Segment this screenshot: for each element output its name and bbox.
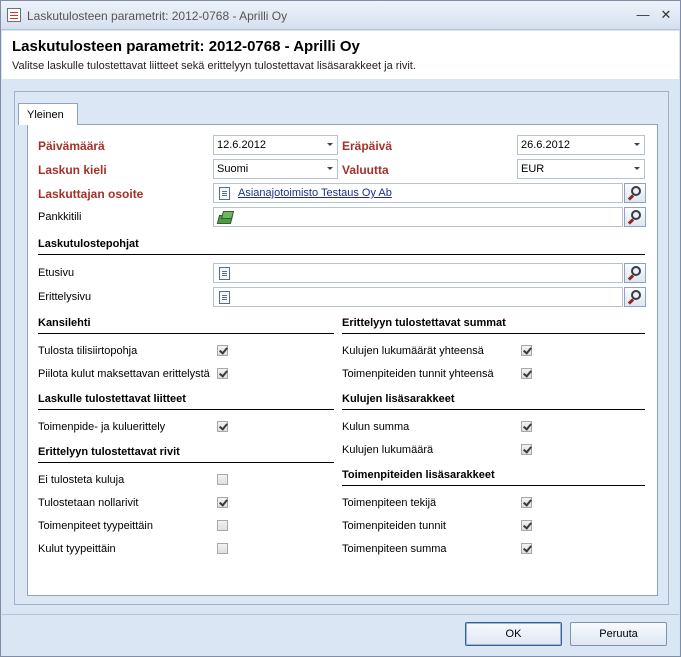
app-icon	[7, 8, 21, 22]
kulun-summa-label: Kulun summa	[342, 421, 410, 433]
erittelysivu-search-button[interactable]	[624, 287, 646, 307]
erapaiva-label: Eräpäivä	[342, 139, 393, 153]
dialog-window: Laskutulosteen parametrit: 2012-0768 - A…	[0, 0, 681, 657]
section-kulujen-lisasarakkeet: Kulujen lisäsarakkeet	[342, 393, 645, 410]
pankkitili-field[interactable]	[213, 207, 623, 227]
laskun-kieli-value: Suomi	[217, 163, 249, 175]
laskuttajan-osoite-field[interactable]: Asianajotoimisto Testaus Oy Ab	[213, 183, 623, 203]
document-icon	[219, 187, 230, 200]
search-icon-handle	[627, 298, 635, 305]
section-rivit: Erittelyyn tulostettavat rivit	[38, 446, 334, 463]
header-title: Laskutulosteen parametrit: 2012-0768 - A…	[12, 38, 360, 55]
toimenpiteen-tekija-label: Toimenpiteen tekijä	[342, 497, 437, 509]
toimenpide-ja-kulueritely-label: Toimenpide- ja kuluerittely	[38, 421, 166, 433]
toimenpiteet-tyypeittain-checkbox[interactable]	[217, 520, 228, 531]
title-bar[interactable]: Laskutulosteen parametrit: 2012-0768 - A…	[1, 1, 680, 30]
piilota-kulut-checkbox[interactable]	[217, 368, 228, 379]
document-icon	[219, 267, 230, 280]
erapaiva-value: 26.6.2012	[521, 139, 570, 151]
search-icon-handle	[627, 194, 635, 201]
valuutta-label: Valuutta	[342, 163, 389, 177]
etusivu-label: Etusivu	[38, 267, 75, 279]
toimenpiteiden-tunnit-yht-label: Toimenpiteiden tunnit yhteensä	[342, 368, 494, 380]
dialog-header: Laskutulosteen parametrit: 2012-0768 - A…	[2, 31, 679, 79]
document-icon	[219, 291, 230, 304]
pankkitili-label: Pankkitili	[38, 211, 82, 223]
erittelysivu-field[interactable]	[213, 287, 623, 307]
ok-button[interactable]: OK	[465, 622, 562, 646]
laskuttajan-osoite-link[interactable]: Asianajotoimisto Testaus Oy Ab	[238, 187, 392, 199]
close-button[interactable]: ✕	[656, 6, 676, 24]
laskun-kieli-select[interactable]: Suomi	[213, 159, 338, 179]
erittelysivu-label: Erittelysivu	[38, 291, 92, 303]
kulut-tyypeittain-checkbox[interactable]	[217, 543, 228, 554]
paivamaara-field[interactable]: 12.6.2012	[213, 135, 338, 155]
search-icon-handle	[627, 218, 635, 225]
tulostetaan-nollarivit-checkbox[interactable]	[217, 497, 228, 508]
search-icon-handle	[627, 274, 635, 281]
etusivu-field[interactable]	[213, 263, 623, 283]
paivamaara-label: Päivämäärä	[38, 139, 105, 153]
tulosta-tilisiirtopohja-checkbox[interactable]	[217, 345, 228, 356]
section-toimenpiteiden-lisasarakkeet: Toimenpiteiden lisäsarakkeet	[342, 469, 645, 486]
tulostetaan-nollarivit-label: Tulostetaan nollarivit	[38, 497, 139, 509]
chevron-down-icon	[327, 167, 333, 170]
toimenpiteiden-tunnit-checkbox[interactable]	[521, 520, 532, 531]
kulujen-lukumaarat-label: Kulujen lukumäärät yhteensä	[342, 345, 484, 357]
laskuttajan-osoite-search-button[interactable]	[624, 183, 646, 203]
erapaiva-field[interactable]: 26.6.2012	[517, 135, 645, 155]
toimenpiteiden-tunnit-yht-checkbox[interactable]	[521, 368, 532, 379]
toimenpiteiden-tunnit-label: Toimenpiteiden tunnit	[342, 520, 446, 532]
laskuttajan-osoite-label: Laskuttajan osoite	[38, 187, 144, 201]
ei-tulosteta-kuluja-label: Ei tulosteta kuluja	[38, 474, 125, 486]
kulut-tyypeittain-label: Kulut tyypeittäin	[38, 543, 116, 555]
section-summat: Erittelyyn tulostettavat summat	[342, 317, 645, 334]
laskun-kieli-label: Laskun kieli	[38, 163, 107, 177]
tab-panel-yleinen: Päivämäärä 12.6.2012 Eräpäivä 26.6.2012 …	[27, 124, 658, 596]
chevron-down-icon	[327, 143, 333, 146]
header-subtitle: Valitse laskulle tulostettavat liitteet …	[12, 60, 416, 72]
piilota-kulut-label: Piilota kulut maksettavan erittelystä	[38, 368, 210, 380]
chevron-down-icon	[634, 143, 640, 146]
kulujen-lukumaarat-checkbox[interactable]	[521, 345, 532, 356]
pankkitili-search-button[interactable]	[624, 207, 646, 227]
chevron-down-icon	[634, 167, 640, 170]
tulosta-tilisiirtopohja-label: Tulosta tilisiirtopohja	[38, 345, 138, 357]
valuutta-select[interactable]: EUR	[517, 159, 645, 179]
window-title: Laskutulosteen parametrit: 2012-0768 - A…	[27, 9, 288, 23]
toimenpiteen-summa-checkbox[interactable]	[521, 543, 532, 554]
tab-yleinen[interactable]: Yleinen	[18, 103, 78, 125]
toimenpiteen-summa-label: Toimenpiteen summa	[342, 543, 447, 555]
section-laskutulostepohjat: Laskutulostepohjat	[38, 238, 645, 255]
toimenpide-ja-kulueritely-checkbox[interactable]	[217, 421, 228, 432]
minimize-button[interactable]: —	[633, 6, 653, 24]
cancel-button[interactable]: Peruuta	[570, 622, 667, 646]
toimenpiteen-tekija-checkbox[interactable]	[521, 497, 532, 508]
etusivu-search-button[interactable]	[624, 263, 646, 283]
paivamaara-value: 12.6.2012	[217, 139, 266, 151]
section-liitteet: Laskulle tulostettavat liitteet	[38, 393, 334, 410]
dialog-body: Yleinen Päivämäärä 12.6.2012 Eräpäivä 26…	[2, 79, 679, 614]
section-kansilehti: Kansilehti	[38, 317, 334, 334]
kulun-summa-checkbox[interactable]	[521, 421, 532, 432]
toimenpiteet-tyypeittain-label: Toimenpiteet tyypeittäin	[38, 520, 153, 532]
money-icon	[218, 211, 232, 223]
kulujen-lukumaara-label: Kulujen lukumäärä	[342, 444, 434, 456]
kulujen-lukumaara-checkbox[interactable]	[521, 444, 532, 455]
valuutta-value: EUR	[521, 163, 545, 175]
ei-tulosteta-kuluja-checkbox[interactable]	[217, 474, 228, 485]
dialog-footer: OK Peruuta	[2, 614, 679, 656]
